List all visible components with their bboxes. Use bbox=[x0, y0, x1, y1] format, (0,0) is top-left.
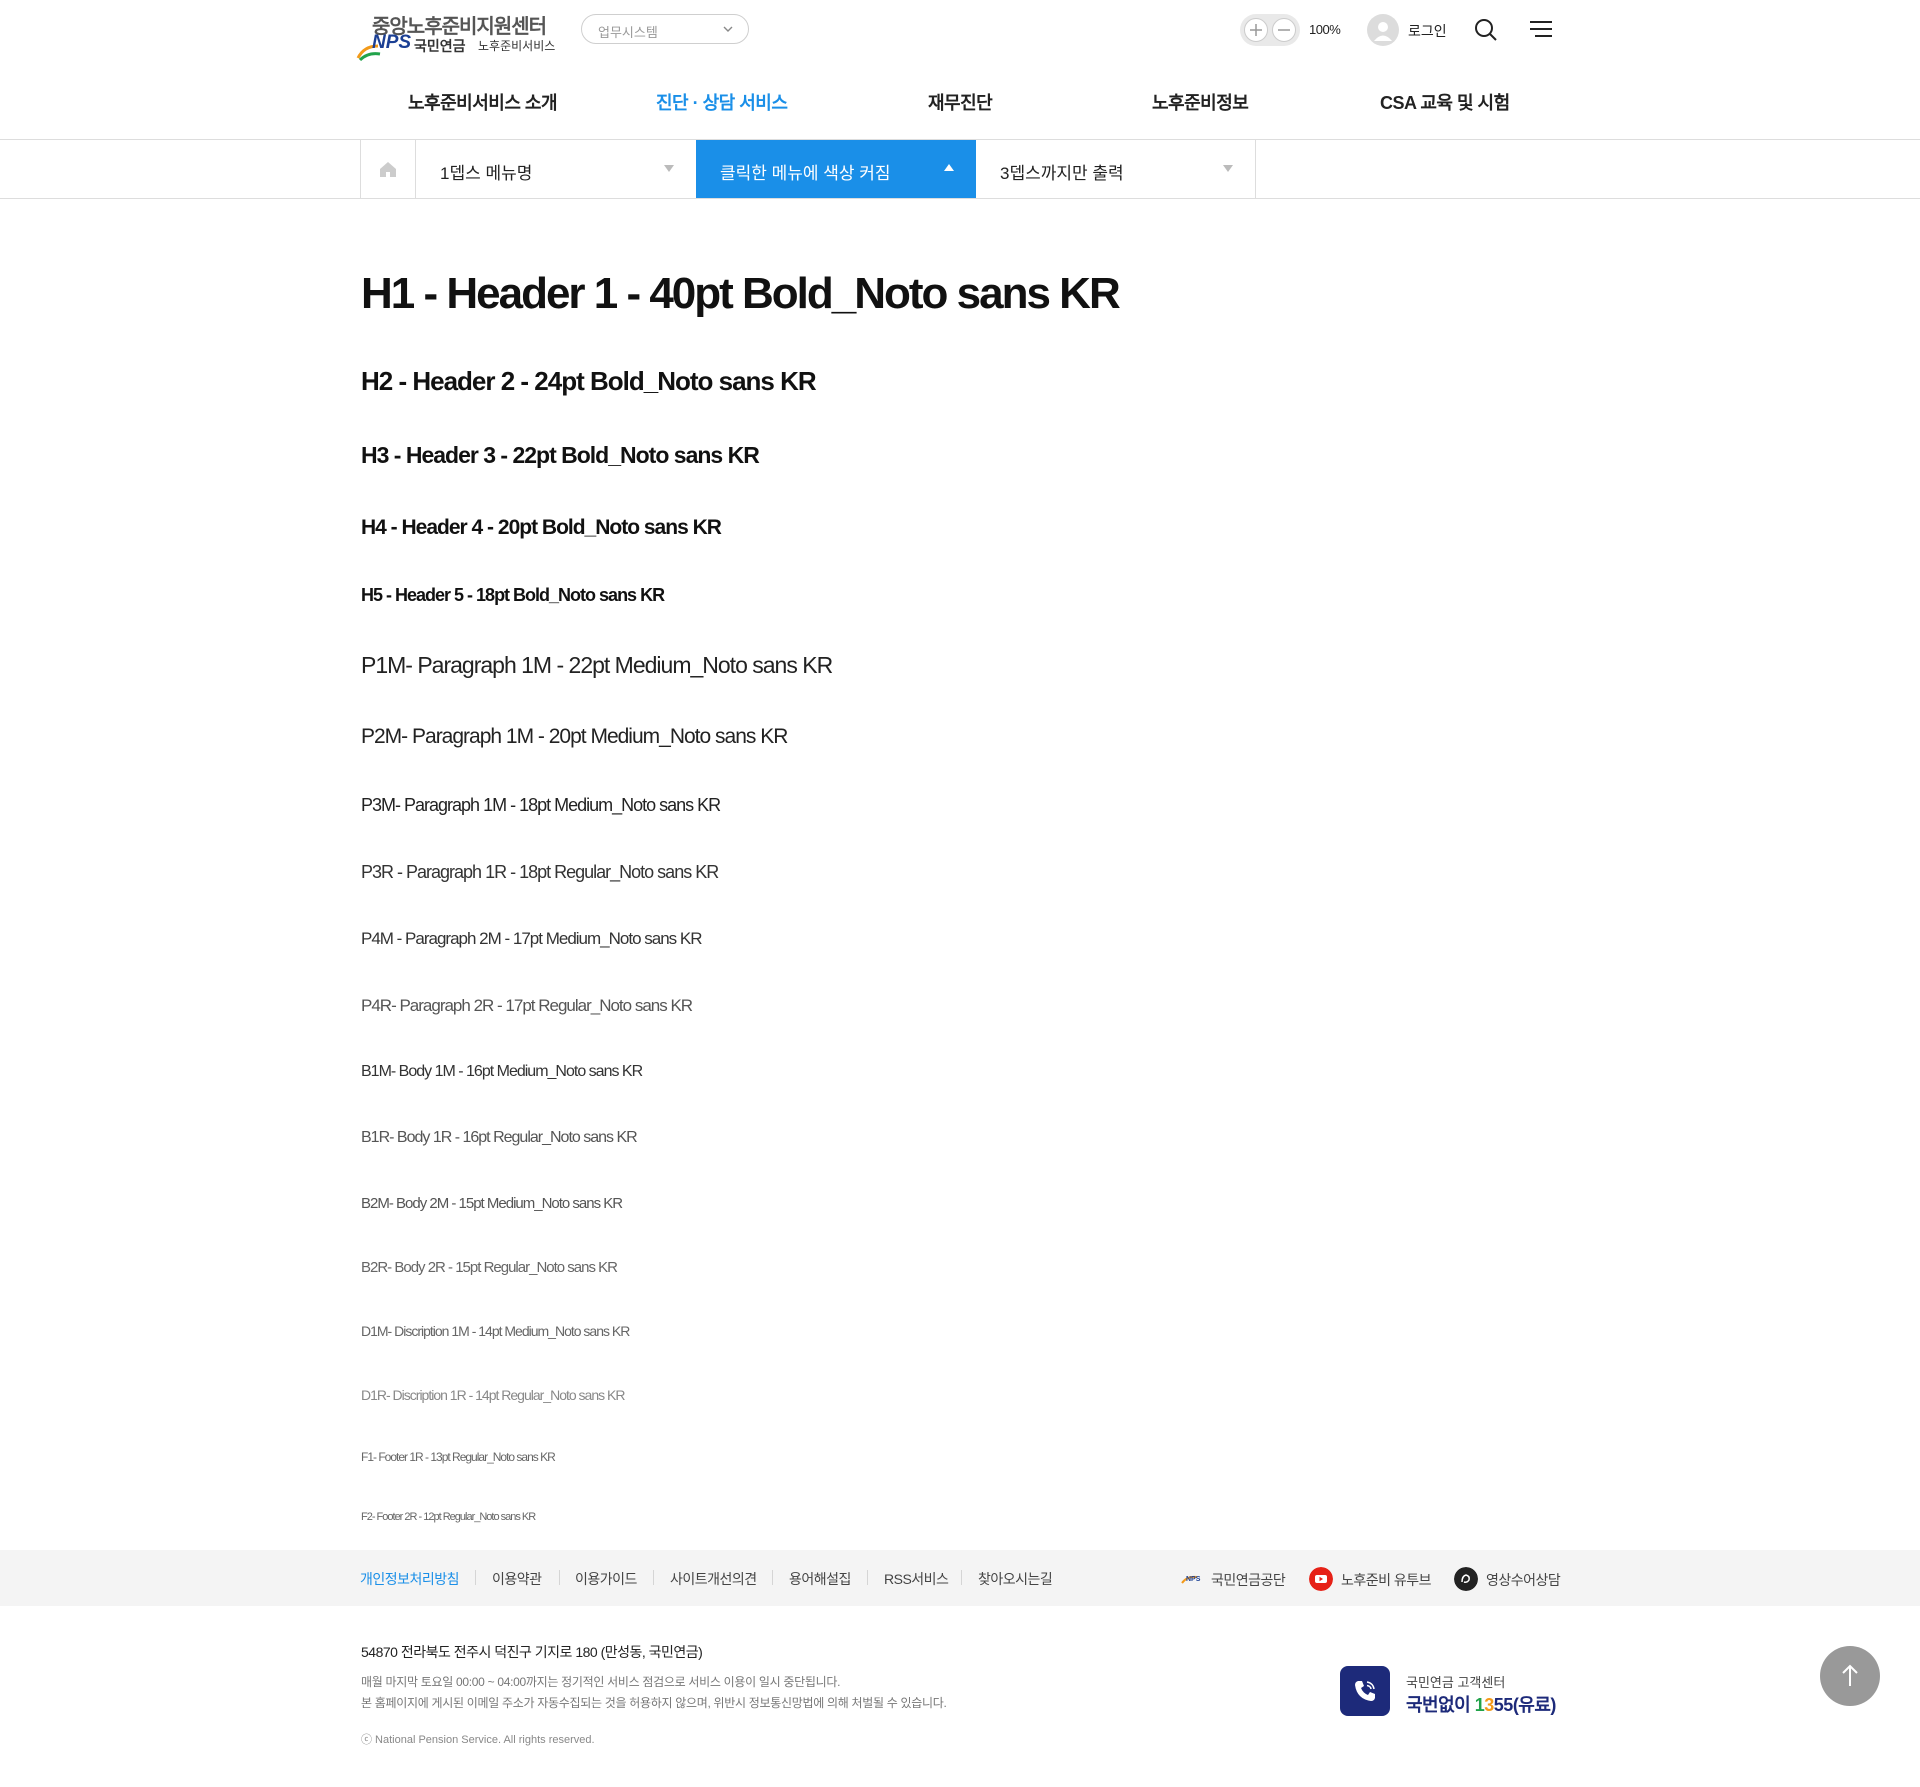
family-site-nps-label: 국민연금공단 bbox=[1211, 1572, 1286, 1588]
hamburger-menu-icon bbox=[1530, 21, 1552, 37]
sample-b1r: B1R- Body 1R - 16pt Regular_Noto sans KR bbox=[361, 1129, 638, 1146]
divider bbox=[867, 1570, 868, 1585]
search-icon bbox=[1475, 19, 1497, 41]
sample-f1: F1- Footer 1R - 13pt Regular_Noto sans K… bbox=[361, 1450, 556, 1464]
search-button[interactable] bbox=[1473, 17, 1499, 48]
work-system-select-value: 업무시스템 bbox=[598, 25, 658, 40]
footer-link-privacy[interactable]: 개인정보처리방침 bbox=[360, 1569, 460, 1589]
minus-icon bbox=[1278, 29, 1290, 31]
sign-language-icon bbox=[1454, 1567, 1478, 1591]
phone-icon bbox=[1340, 1666, 1390, 1716]
footer-link-glossary[interactable]: 용어해설집 bbox=[789, 1569, 851, 1589]
user-avatar-icon[interactable] bbox=[1367, 14, 1399, 46]
footer-link-rss[interactable]: RSS서비스 bbox=[884, 1569, 949, 1589]
sample-b1m: B1M- Body 1M - 16pt Medium_Noto sans KR bbox=[361, 1063, 643, 1080]
arrow-up-icon bbox=[1842, 1664, 1858, 1686]
home-icon bbox=[380, 162, 396, 177]
cs-number-digit-1: 1 bbox=[1474, 1695, 1485, 1715]
svg-text:NPS: NPS bbox=[1186, 1576, 1201, 1583]
cs-number-prefix: 국번없이 bbox=[1406, 1695, 1475, 1715]
sample-p2m: P2M- Paragraph 1M - 20pt Medium_Noto san… bbox=[361, 725, 788, 748]
sample-f2: F2- Footer 2R - 12pt Regular_Noto sans K… bbox=[361, 1511, 536, 1523]
sample-h3: H3 - Header 3 - 22pt Bold_Noto sans KR bbox=[361, 442, 760, 468]
sample-b2m: B2M- Body 2M - 15pt Medium_Noto sans KR bbox=[361, 1195, 623, 1212]
depth3-dropdown[interactable]: 3뎁스까지만 출력 bbox=[976, 140, 1256, 198]
caret-down-icon bbox=[1223, 165, 1233, 172]
family-site-sign-language-label: 영상수어상담 bbox=[1486, 1572, 1561, 1588]
login-link[interactable]: 로그인 bbox=[1408, 21, 1447, 41]
footer-links-bar: 개인정보처리방침 이용약관 이용가이드 사이트개선의견 용어해설집 RSS서비스… bbox=[0, 1550, 1920, 1606]
sample-p3m: P3M- Paragraph 1M - 18pt Medium_Noto san… bbox=[361, 795, 721, 815]
depth3-label: 3뎁스까지만 출력 bbox=[1000, 164, 1124, 183]
gnb-item-financial-diagnosis[interactable]: 재무진단 bbox=[928, 89, 993, 115]
gnb-item-retirement-info[interactable]: 노후준비정보 bbox=[1152, 89, 1249, 115]
footer-address: 54870 전라북도 전주시 덕진구 기지로 180 (만성동, 국민연금) bbox=[361, 1644, 703, 1660]
zoom-control bbox=[1240, 14, 1300, 46]
cs-number-digit-3: 3 bbox=[1484, 1695, 1494, 1715]
chevron-down-icon bbox=[723, 26, 733, 32]
location-navigation: 1뎁스 메뉴명 클릭한 메뉴에 색상 커짐 3뎁스까지만 출력 bbox=[0, 140, 1920, 199]
sample-d1r: D1R- Discription 1R - 14pt Regular_Noto … bbox=[361, 1387, 625, 1403]
sample-p4r: P4R- Paragraph 2R - 17pt Regular_Noto sa… bbox=[361, 996, 693, 1015]
caret-down-icon bbox=[664, 165, 674, 172]
footer-link-terms[interactable]: 이용약관 bbox=[492, 1569, 542, 1589]
sample-h2: H2 - Header 2 - 24pt Bold_Noto sans KR bbox=[361, 366, 817, 396]
divider bbox=[961, 1570, 962, 1585]
nps-logo-icon: NPS bbox=[1181, 1575, 1201, 1584]
sample-h1: H1 - Header 1 - 40pt Bold_Noto sans KR bbox=[361, 269, 1121, 318]
family-site-youtube-label: 노후준비 유투브 bbox=[1341, 1572, 1432, 1588]
footer-link-directions[interactable]: 찾아오시는길 bbox=[978, 1569, 1053, 1589]
divider bbox=[653, 1570, 654, 1585]
customer-center: 국민연금 고객센터 국번없이 1355(유료) bbox=[1340, 1666, 1560, 1718]
footer-notice-maintenance: 매월 마지막 토요일 00:00 ~ 04:00까지는 정기적인 서비스 점검으… bbox=[361, 1675, 841, 1689]
all-menu-button[interactable] bbox=[1529, 20, 1553, 43]
customer-center-number: 국번없이 1355(유료) bbox=[1406, 1691, 1556, 1717]
top-bar: 중앙노후준비지원센터 NPS 국민연금 노후준비서비스 업무시스템 100% 로… bbox=[0, 0, 1920, 62]
footer-link-feedback[interactable]: 사이트개선의견 bbox=[670, 1569, 757, 1589]
home-button[interactable] bbox=[360, 140, 416, 198]
depth1-dropdown[interactable]: 1뎁스 메뉴명 bbox=[416, 140, 696, 198]
gnb-item-service-intro[interactable]: 노후준비서비스 소개 bbox=[408, 89, 558, 115]
sample-d1m: D1M- Discription 1M - 14pt Medium_Noto s… bbox=[361, 1323, 630, 1339]
sample-p4m: P4M - Paragraph 2M - 17pt Medium_Noto sa… bbox=[361, 929, 703, 948]
depth2-label: 클릭한 메뉴에 색상 커짐 bbox=[720, 164, 891, 183]
cs-number-digits-55: 55 bbox=[1493, 1695, 1514, 1715]
divider bbox=[772, 1570, 773, 1585]
footer-link-guide[interactable]: 이용가이드 bbox=[575, 1569, 637, 1589]
plus-icon bbox=[1250, 24, 1262, 36]
sample-p1m: P1M- Paragraph 1M - 22pt Medium_Noto san… bbox=[361, 652, 833, 678]
sample-p3r: P3R - Paragraph 1R - 18pt Regular_Noto s… bbox=[361, 862, 719, 882]
depth2-dropdown[interactable]: 클릭한 메뉴에 색상 커짐 bbox=[696, 140, 976, 198]
logo-org: 국민연금 bbox=[414, 38, 466, 54]
site-logo[interactable]: 중앙노후준비지원센터 NPS 국민연금 노후준비서비스 bbox=[356, 10, 561, 62]
zoom-out-button[interactable] bbox=[1272, 18, 1296, 42]
gnb-item-csa-education[interactable]: CSA 교육 및 시험 bbox=[1380, 89, 1510, 115]
logo-nps: NPS bbox=[372, 32, 412, 53]
footer-notice-email: 본 홈페이지에 게시된 이메일 주소가 자동수집되는 것을 허용하지 않으며, … bbox=[361, 1696, 947, 1710]
work-system-select[interactable]: 업무시스템 bbox=[581, 14, 749, 44]
depth1-label: 1뎁스 메뉴명 bbox=[440, 164, 533, 183]
phone-handset-icon bbox=[1355, 1681, 1375, 1701]
customer-center-label: 국민연금 고객센터 bbox=[1406, 1675, 1506, 1690]
user-icon bbox=[1374, 22, 1392, 41]
caret-up-icon bbox=[944, 164, 954, 171]
gnb-item-diagnosis-consulting[interactable]: 진단 · 상담 서비스 bbox=[656, 89, 788, 115]
sample-h4: H4 - Header 4 - 20pt Bold_Noto sans KR bbox=[361, 516, 722, 539]
youtube-icon bbox=[1309, 1567, 1333, 1591]
zoom-in-button[interactable] bbox=[1244, 18, 1268, 42]
cs-number-suffix: (유료) bbox=[1512, 1695, 1557, 1715]
sample-b2r: B2R- Body 2R - 15pt Regular_Noto sans KR bbox=[361, 1259, 618, 1276]
logo-service: 노후준비서비스 bbox=[478, 39, 556, 53]
sample-h5: H5 - Header 5 - 18pt Bold_Noto sans KR bbox=[361, 585, 665, 605]
divider bbox=[475, 1570, 476, 1585]
zoom-level: 100% bbox=[1309, 22, 1341, 37]
footer-copyright: ⓒ National Pension Service. All rights r… bbox=[361, 1734, 595, 1746]
scroll-to-top-button[interactable] bbox=[1820, 1646, 1880, 1706]
global-navigation: 노후준비서비스 소개 진단 · 상담 서비스 재무진단 노후준비정보 CSA 교… bbox=[0, 60, 1920, 140]
divider bbox=[559, 1570, 560, 1585]
